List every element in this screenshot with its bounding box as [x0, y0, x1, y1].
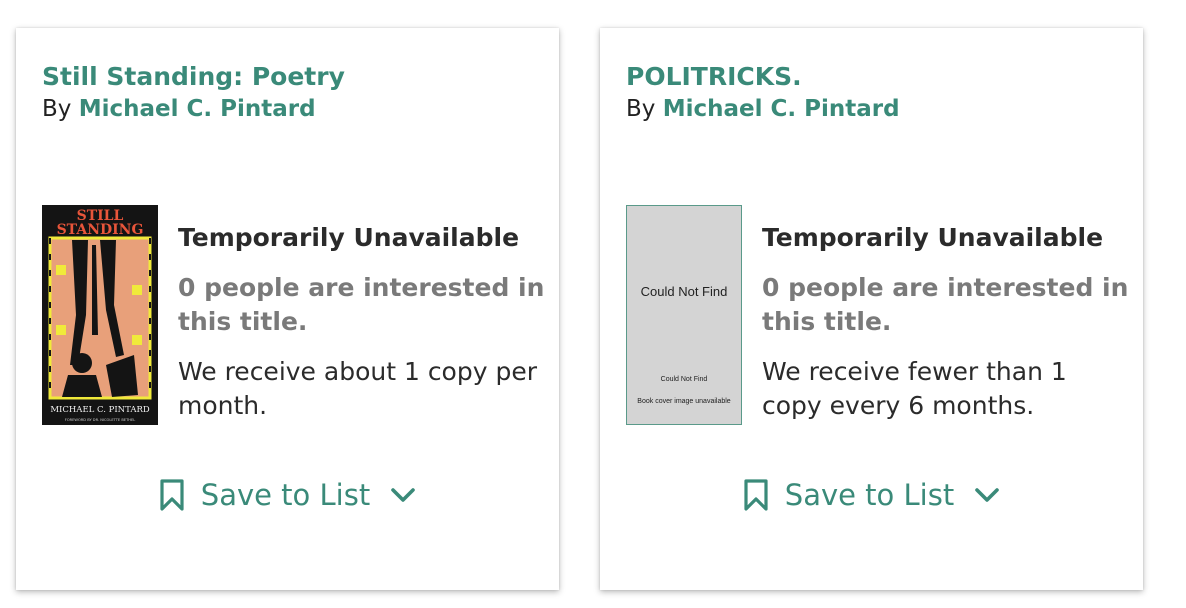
- chevron-down-icon: [974, 486, 1000, 504]
- book-cover-placeholder[interactable]: Could Not Find Could Not Find Book cover…: [626, 205, 742, 425]
- cover-missing-small: Could Not Find: [660, 376, 708, 383]
- book-cover-image[interactable]: STILL STANDING MICHAEL C. PINTARD FOREWO…: [42, 205, 158, 425]
- cover-missing-caption: Book cover image unavailable: [637, 398, 731, 405]
- book-card: POLITRICKS. By Michael C. Pintard Could …: [600, 28, 1143, 590]
- chevron-down-icon: [390, 486, 416, 504]
- cover-title-line2: STANDING: [57, 222, 144, 238]
- availability-info: Temporarily Unavailable 0 people are int…: [762, 221, 1132, 423]
- bookmark-icon: [159, 478, 185, 512]
- save-to-list-button[interactable]: Save to List: [600, 478, 1143, 512]
- receive-rate: We receive fewer than 1 copy every 6 mon…: [762, 357, 1067, 420]
- availability-status: Temporarily Unavailable: [178, 223, 520, 252]
- receive-rate: We receive about 1 copy per month.: [178, 357, 537, 420]
- save-to-list-button[interactable]: Save to List: [16, 478, 559, 512]
- byline: By Michael C. Pintard: [42, 96, 316, 122]
- byline: By Michael C. Pintard: [626, 96, 900, 122]
- bookmark-icon: [743, 478, 769, 512]
- save-to-list-label: Save to List: [200, 478, 371, 512]
- book-card: Still Standing: Poetry By Michael C. Pin…: [16, 28, 559, 590]
- author-link[interactable]: Michael C. Pintard: [79, 96, 316, 122]
- availability-status: Temporarily Unavailable: [762, 223, 1104, 252]
- interest-count: 0 people are interested in this title.: [178, 273, 545, 336]
- book-title-link[interactable]: POLITRICKS.: [626, 62, 802, 91]
- availability-info: Temporarily Unavailable 0 people are int…: [178, 221, 548, 423]
- save-to-list-label: Save to List: [784, 478, 955, 512]
- author-link[interactable]: Michael C. Pintard: [663, 96, 900, 122]
- cover-foreword: FOREWORD BY DR. NICOLETTE BETHEL: [65, 418, 136, 422]
- by-label: By: [626, 96, 656, 122]
- book-title-link[interactable]: Still Standing: Poetry: [42, 62, 345, 91]
- cover-missing-text: Could Not Find: [640, 284, 728, 299]
- interest-count: 0 people are interested in this title.: [762, 273, 1129, 336]
- by-label: By: [42, 96, 72, 122]
- cover-author: MICHAEL C. PINTARD: [50, 405, 150, 415]
